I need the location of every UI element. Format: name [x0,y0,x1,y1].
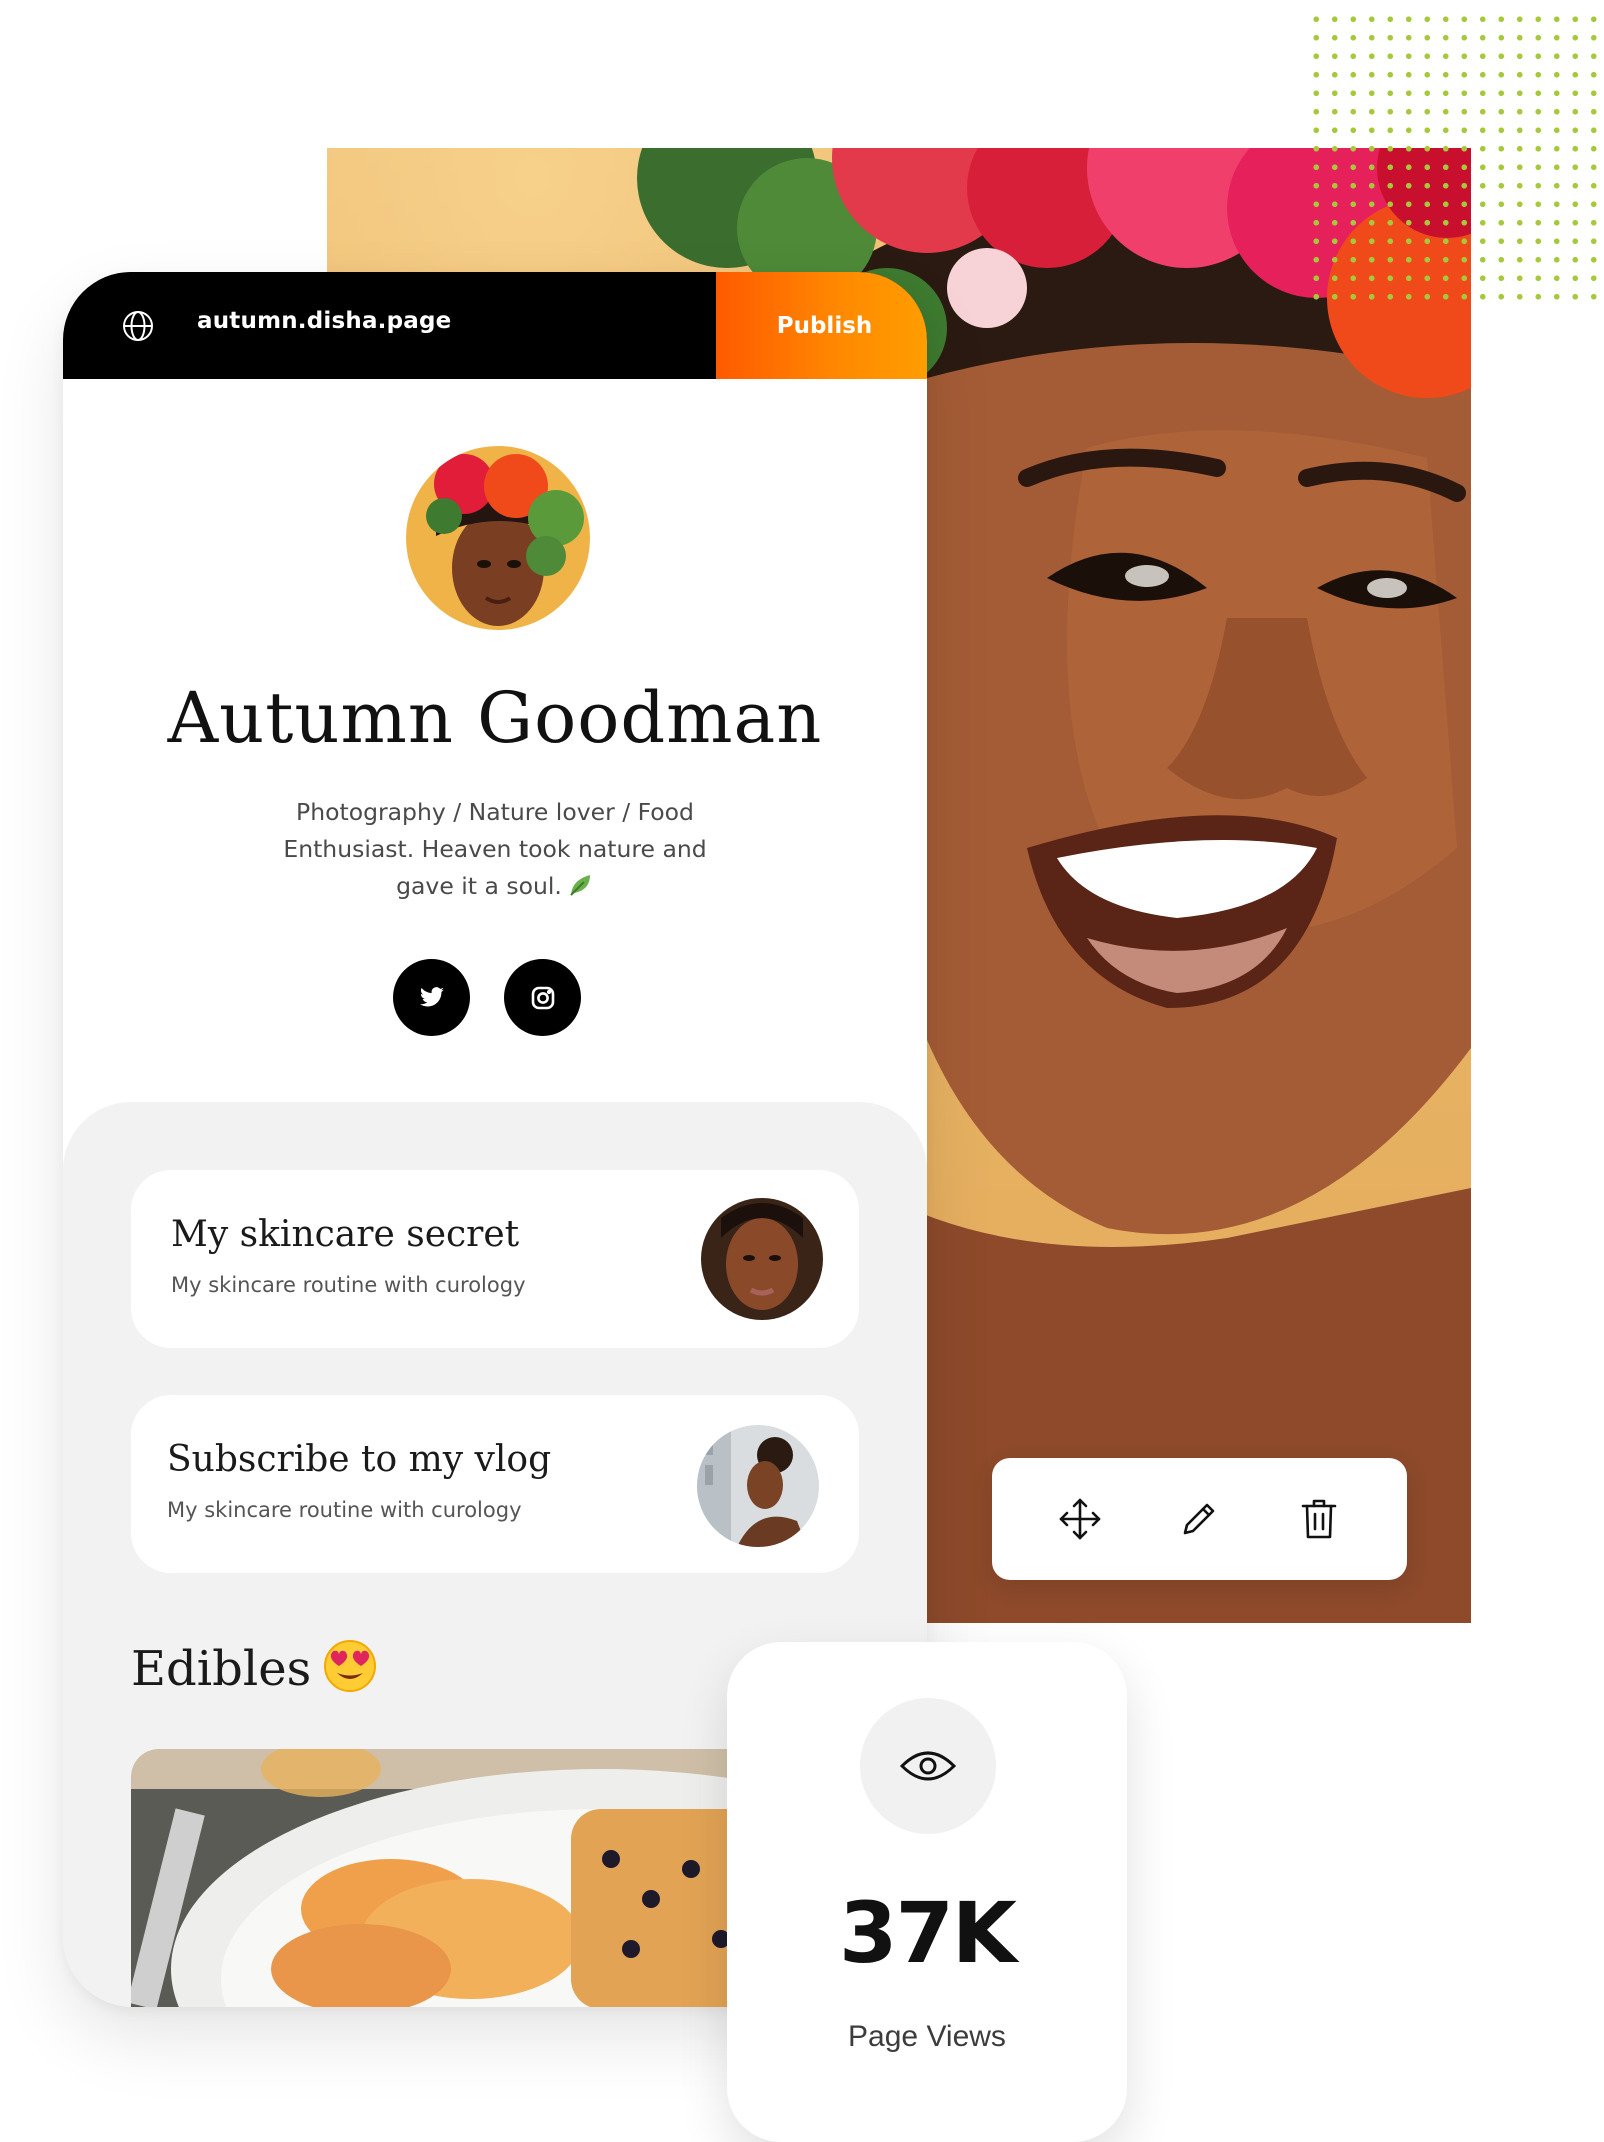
page-views-card: 37K Page Views [727,1642,1127,2142]
page-views-label: Page Views [848,2020,1006,2053]
views-icon-badge [860,1698,996,1834]
link-subtitle: My skincare routine with curology [171,1273,526,1297]
edit-button[interactable] [1169,1489,1229,1549]
globe-icon [123,311,153,341]
instagram-icon [531,986,554,1009]
avatar [406,446,590,630]
heart-eyes-emoji-icon [323,1639,377,1705]
link-subtitle: My skincare routine with curology [167,1498,522,1522]
profile-bio: Photography / Nature lover / Food Enthus… [273,794,717,909]
twitter-link[interactable] [393,959,470,1036]
publish-button[interactable]: Publish [716,272,927,379]
eye-icon [899,1751,957,1781]
decorative-dot-grid [1307,10,1604,310]
move-button[interactable] [1050,1489,1110,1549]
instagram-link[interactable] [504,959,581,1036]
delete-icon [1301,1499,1337,1539]
link-thumbnail [701,1198,823,1320]
link-title: Subscribe to my vlog [167,1439,552,1480]
link-thumbnail [697,1425,819,1547]
link-card-vlog[interactable]: Subscribe to my vlog My skincare routine… [131,1395,859,1573]
page-views-value: 37K [839,1884,1017,1982]
delete-button[interactable] [1289,1489,1349,1549]
bio-text: Photography / Nature lover / Food Enthus… [283,798,707,900]
editor-bar: autumn.disha.page Publish [63,272,927,379]
edit-icon [1184,1503,1215,1535]
twitter-icon [419,986,444,1006]
move-icon [1059,1498,1101,1540]
link-card-skincare[interactable]: My skincare secret My skincare routine w… [131,1170,859,1348]
section-title-text: Edibles [131,1641,312,1697]
section-heading: Edibles [131,1639,377,1705]
link-title: My skincare secret [171,1214,520,1255]
leaf-icon [568,872,594,909]
profile-name: Autumn Goodman [167,677,823,759]
image-toolbar [992,1458,1407,1580]
page-url: autumn.disha.page [197,308,452,334]
